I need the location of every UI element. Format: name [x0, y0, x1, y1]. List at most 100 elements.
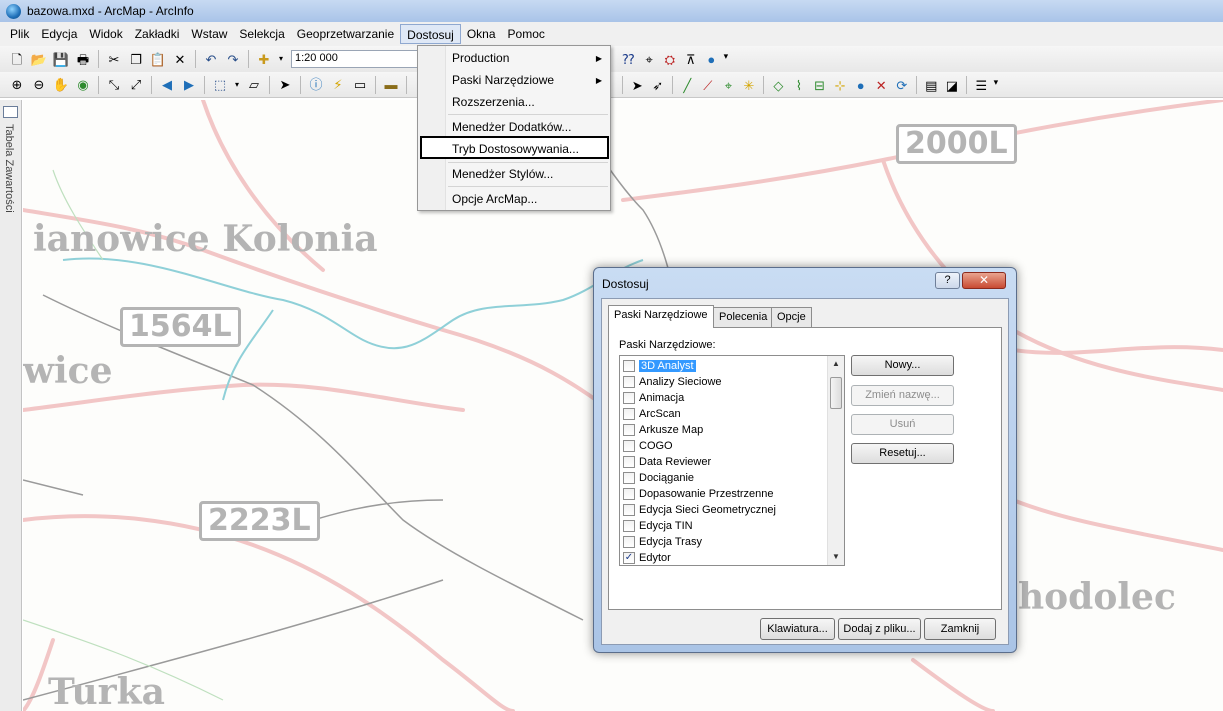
menu-geoprzetwarzanie[interactable]: Geoprzetwarzanie — [291, 24, 400, 44]
save-icon[interactable]: 💾 — [52, 50, 70, 68]
select-features-icon[interactable]: ⬚ — [211, 76, 229, 94]
edit-tool-arrow-icon[interactable]: ➤ — [629, 76, 646, 94]
menu-item-menedzer-dodatkow[interactable]: Menedżer Dodatków... — [452, 120, 571, 134]
arcgis-globe-icon[interactable]: ● — [703, 50, 720, 68]
redo-icon[interactable]: ↷ — [224, 50, 242, 68]
toolbar-list-item[interactable]: Data Reviewer — [623, 454, 711, 470]
checkbox-icon[interactable] — [623, 440, 635, 452]
toolbar-list-item[interactable]: Edycja Sieci Geometrycznej — [623, 502, 776, 518]
menu-dostosuj[interactable]: Dostosuj — [400, 24, 461, 44]
go-forward-icon[interactable]: ▶ — [180, 76, 198, 94]
menu-zakladki[interactable]: Zakładki — [129, 24, 186, 44]
new-toolbar-button[interactable]: Nowy... — [851, 355, 954, 376]
whats-this-icon[interactable]: ⁇ — [620, 50, 637, 68]
add-from-file-button[interactable]: Dodaj z pliku... — [838, 618, 921, 640]
trace-icon[interactable]: ⌖ — [720, 76, 737, 94]
toolbar-list-item[interactable]: 3D Analyst — [623, 358, 696, 374]
point-tool-icon[interactable]: ✳ — [741, 76, 758, 94]
menu-item-paski-narzedziowe[interactable]: Paski Narzędziowe — [452, 73, 554, 87]
arc-toolbox-icon[interactable]: ⛭ — [661, 50, 678, 68]
checkbox-icon[interactable] — [623, 536, 635, 548]
identify-icon[interactable]: ⓘ — [307, 76, 325, 94]
toolbar-overflow-icon[interactable]: ▾ — [724, 51, 732, 67]
undo-icon[interactable]: ↶ — [202, 50, 220, 68]
scroll-thumb[interactable] — [830, 377, 842, 409]
menu-okna[interactable]: Okna — [461, 24, 502, 44]
close-window-button[interactable]: ✕ — [962, 272, 1006, 289]
toolbar-list-item[interactable]: ✓ Edytor — [623, 550, 671, 565]
end-point-arc-icon[interactable]: ⟋ — [700, 76, 717, 94]
toolbar-list-item[interactable]: ArcScan — [623, 406, 681, 422]
edit-vertices-icon[interactable]: ◇ — [770, 76, 787, 94]
fixed-zoom-out-icon[interactable]: ⤢ — [127, 76, 145, 94]
go-back-icon[interactable]: ◀ — [158, 76, 176, 94]
measure-ruler-icon[interactable]: ▬ — [382, 76, 400, 94]
keyboard-button[interactable]: Klawiatura... — [760, 618, 835, 640]
select-dropdown-icon[interactable]: ▾ — [233, 76, 241, 94]
menu-selekcja[interactable]: Selekcja — [233, 24, 290, 44]
checked-checkbox-icon[interactable]: ✓ — [623, 552, 635, 564]
checkbox-icon[interactable] — [623, 392, 635, 404]
map-scale-input[interactable]: 1:20 000 — [291, 50, 429, 68]
create-features-icon[interactable]: ☰ — [973, 76, 990, 94]
html-popup-icon[interactable]: ▭ — [351, 76, 369, 94]
menu-widok[interactable]: Widok — [83, 24, 128, 44]
new-document-icon[interactable]: 🗋 — [8, 50, 26, 68]
zoom-out-icon[interactable]: ⊖ — [30, 76, 48, 94]
tab-paski-narzedziowe[interactable]: Paski Narzędziowe — [608, 305, 714, 328]
scroll-down-arrow-icon[interactable]: ▼ — [828, 549, 844, 565]
menu-edycja[interactable]: Edycja — [35, 24, 83, 44]
checkbox-icon[interactable] — [623, 472, 635, 484]
zoom-in-icon[interactable]: ⊕ — [8, 76, 26, 94]
hyperlink-lightning-icon[interactable]: ⚡ — [329, 76, 347, 94]
clear-selection-icon[interactable]: ▱ — [245, 76, 263, 94]
tab-opcje[interactable]: Opcje — [771, 307, 812, 327]
full-extent-globe-icon[interactable]: ◉ — [74, 76, 92, 94]
delete-icon[interactable]: ✕ — [171, 50, 189, 68]
menu-plik[interactable]: Plik — [4, 24, 35, 44]
add-data-icon[interactable]: ✚ — [255, 50, 273, 68]
menu-pomoc[interactable]: Pomoc — [502, 24, 551, 44]
copy-icon[interactable]: ❐ — [127, 50, 145, 68]
checkbox-icon[interactable] — [623, 408, 635, 420]
toolbar-list-item[interactable]: Edycja Trasy — [623, 534, 702, 550]
python-window-icon[interactable]: ⊼ — [682, 50, 699, 68]
menu-item-menedzer-stylow[interactable]: Menedżer Stylów... — [452, 167, 553, 181]
fixed-zoom-in-icon[interactable]: ⤡ — [105, 76, 123, 94]
checkbox-icon[interactable] — [623, 488, 635, 500]
select-elements-arrow-icon[interactable]: ➤ — [276, 76, 294, 94]
edit-annotation-icon[interactable]: ➶ — [649, 76, 666, 94]
open-folder-icon[interactable]: 📂 — [30, 50, 48, 68]
checkbox-icon[interactable] — [623, 376, 635, 388]
help-button[interactable]: ? — [935, 272, 960, 289]
delete-vertex-icon[interactable]: ✕ — [873, 76, 890, 94]
checkbox-icon[interactable] — [623, 504, 635, 516]
checkbox-icon[interactable] — [623, 360, 635, 372]
tab-polecenia[interactable]: Polecenia — [713, 307, 774, 327]
scroll-up-arrow-icon[interactable]: ▲ — [828, 356, 844, 372]
checkbox-icon[interactable] — [623, 424, 635, 436]
toolbar-list-item[interactable]: Arkusze Map — [623, 422, 703, 438]
toolbar-list-item[interactable]: Dopasowanie Przestrzenne — [623, 486, 774, 502]
reset-toolbar-button[interactable]: Resetuj... — [851, 443, 954, 464]
georeferencing-icon[interactable]: ⌖ — [641, 50, 658, 68]
listbox-scrollbar[interactable]: ▲ ▼ — [827, 356, 844, 565]
toolbar-list-item[interactable]: Edycja TIN — [623, 518, 693, 534]
toolbar-list-item[interactable]: COGO — [623, 438, 673, 454]
rotate-tool-icon[interactable]: ● — [852, 76, 869, 94]
split-tool-icon[interactable]: ⊹ — [832, 76, 849, 94]
reshape-feature-icon[interactable]: ⌇ — [791, 76, 808, 94]
menu-item-rozszerzenia[interactable]: Rozszerzenia... — [452, 95, 535, 109]
rename-toolbar-button[interactable]: Zmień nazwę... — [851, 385, 954, 406]
menu-item-tryb-dostosowywania[interactable]: Tryb Dostosowywania... — [452, 142, 579, 156]
toolbar-list-item[interactable]: Dociąganie — [623, 470, 694, 486]
cut-icon[interactable]: ✂ — [105, 50, 123, 68]
delete-toolbar-button[interactable]: Usuń — [851, 414, 954, 435]
checkbox-icon[interactable] — [623, 456, 635, 468]
straight-segment-icon[interactable]: ╱ — [679, 76, 696, 94]
toolbar-list-item[interactable]: Analizy Sieciowe — [623, 374, 722, 390]
checkbox-icon[interactable] — [623, 520, 635, 532]
toolbar-list-item[interactable]: Animacja — [623, 390, 684, 406]
sketch-properties-icon[interactable]: ⟳ — [894, 76, 911, 94]
menu-wstaw[interactable]: Wstaw — [185, 24, 233, 44]
